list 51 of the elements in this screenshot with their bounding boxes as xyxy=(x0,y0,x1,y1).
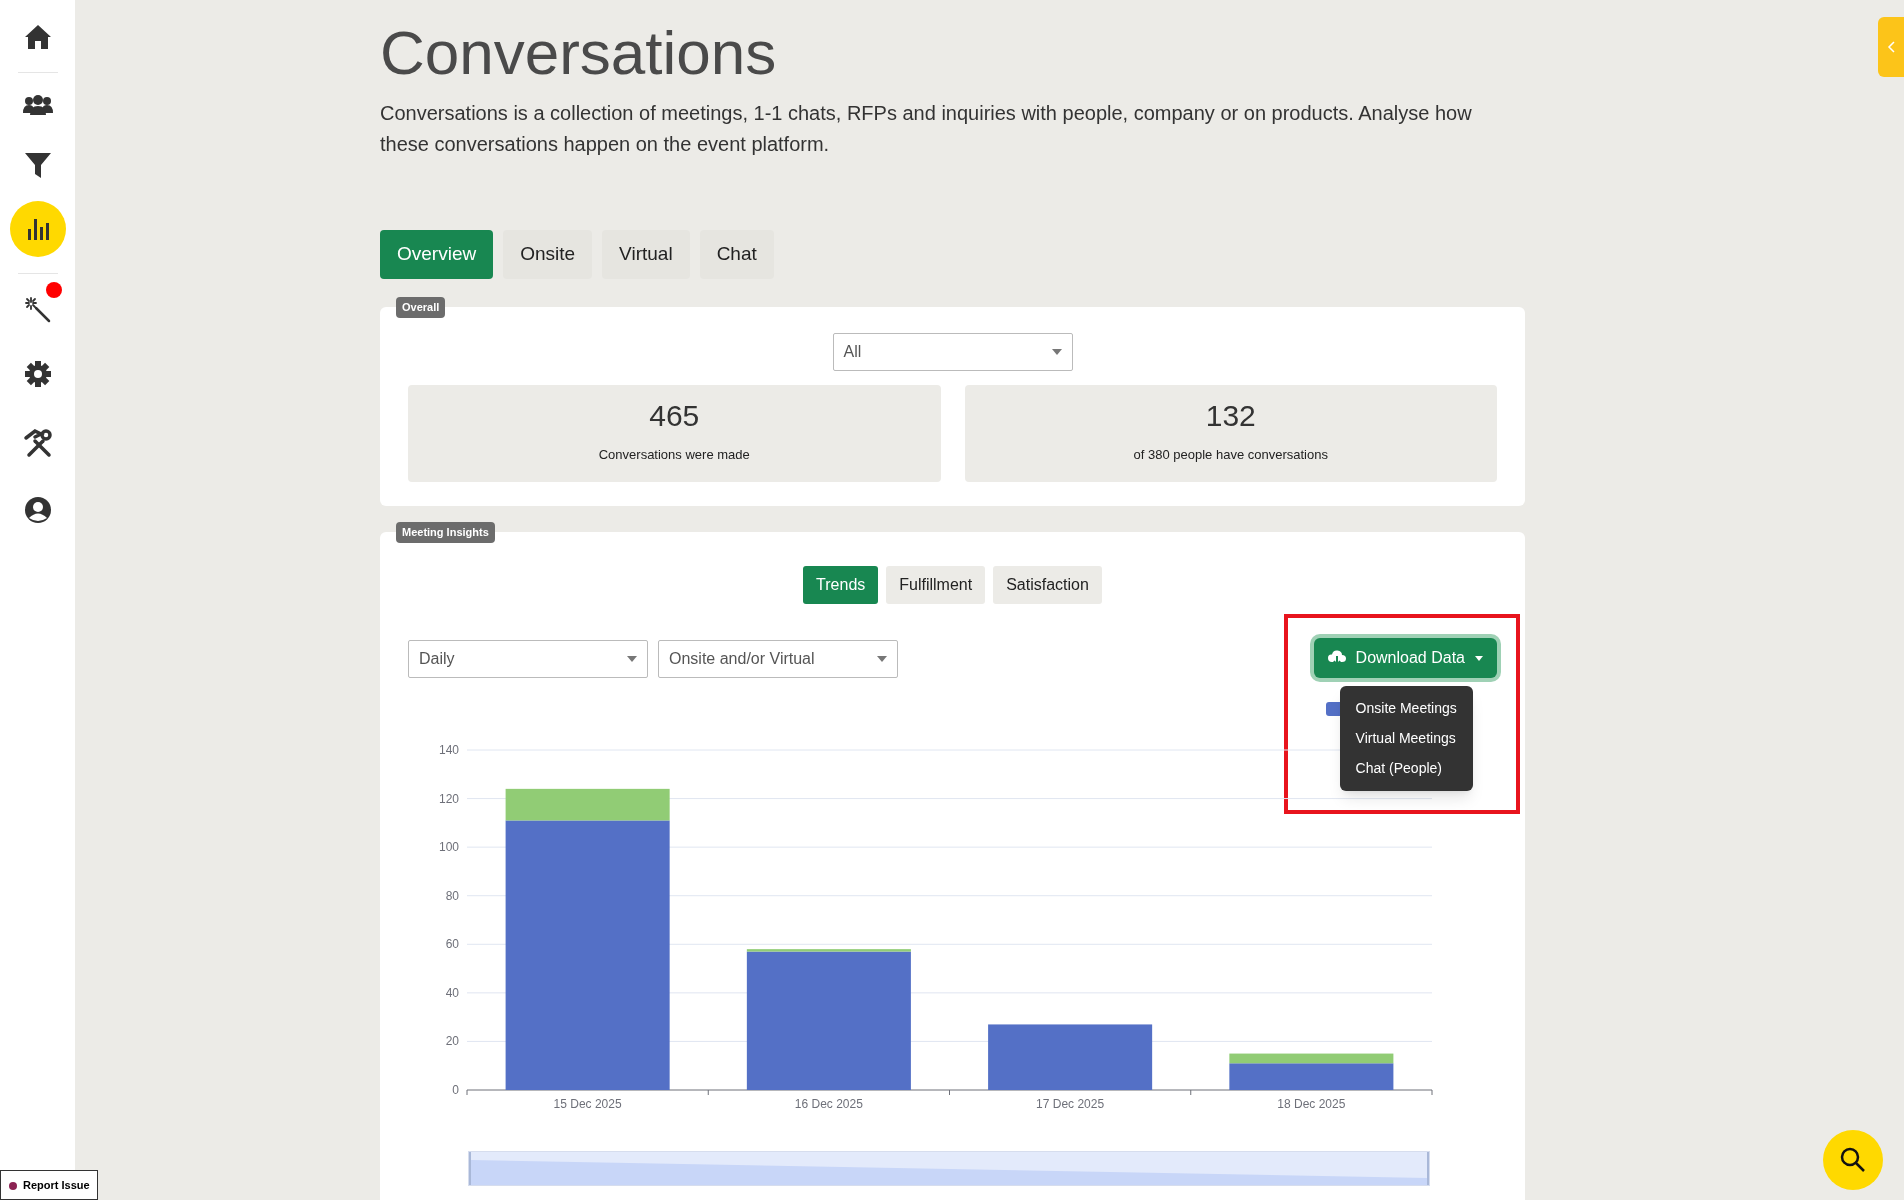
filter-dropdown[interactable]: All xyxy=(832,333,1073,371)
tab[interactable]: Overview xyxy=(380,230,494,279)
menu-item[interactable]: Chat (People) xyxy=(1355,758,1457,779)
bug-icon xyxy=(8,1180,18,1190)
menu-item[interactable]: Onsite Meetings xyxy=(1355,698,1457,719)
filter-dropdown[interactable]: Onsite and/or Virtual xyxy=(658,640,898,678)
page-title: Conversations xyxy=(380,22,778,84)
axis-tick-label: 40 xyxy=(445,985,459,1000)
subtab[interactable]: Fulfillment xyxy=(886,566,986,604)
caret-icon xyxy=(1051,349,1062,355)
page-description: Conversations is a collection of meetings, 1-1 chats, RFPs and inquiries with people, company or on products. Analyse how these conversations happen on the event platform. xyxy=(380,101,1473,157)
settings-icon[interactable] xyxy=(23,360,52,388)
axis-category-label: 16 Dec 2025 xyxy=(794,1097,863,1111)
magic-wand-icon[interactable] xyxy=(24,297,51,323)
axis-tick-label: 100 xyxy=(438,840,459,855)
filter-dropdown[interactable]: Daily xyxy=(408,640,648,678)
section-badge: Meeting Insights xyxy=(396,522,495,543)
tab[interactable]: Virtual xyxy=(602,230,690,279)
filter-icon[interactable] xyxy=(23,151,52,179)
subtab[interactable]: Satisfaction xyxy=(993,566,1102,604)
axis-category-label: 18 Dec 2025 xyxy=(1277,1097,1346,1111)
tab[interactable]: Onsite xyxy=(503,230,593,279)
stat-caption: Conversations were made xyxy=(598,446,750,464)
home-icon[interactable] xyxy=(23,24,52,50)
caret-icon xyxy=(627,656,637,662)
axis-tick-label: 20 xyxy=(445,1034,459,1049)
people-icon[interactable] xyxy=(22,95,53,115)
axis-category-label: 17 Dec 2025 xyxy=(1036,1097,1105,1111)
stat-value: 132 xyxy=(1205,401,1256,431)
stat-caption: of 380 people have conversations xyxy=(1133,446,1328,464)
zoom-slider[interactable] xyxy=(469,1152,1429,1185)
stat-value: 465 xyxy=(649,401,700,431)
axis-tick-label: 80 xyxy=(445,888,459,903)
axis-tick-label: 120 xyxy=(438,791,459,806)
side-panel-toggle[interactable] xyxy=(1878,17,1904,77)
axis-category-label: 15 Dec 2025 xyxy=(553,1097,622,1111)
caret-icon xyxy=(877,656,887,662)
axis-tick-label: 140 xyxy=(438,743,459,757)
user-icon[interactable] xyxy=(23,496,52,524)
search-icon xyxy=(1840,1147,1866,1173)
menu-item[interactable]: Virtual Meetings xyxy=(1355,728,1457,749)
report-issue-button[interactable]: Report Issue xyxy=(0,1170,98,1200)
chevron-left-icon xyxy=(1887,41,1895,53)
subtab[interactable]: Trends xyxy=(803,566,879,604)
tools-icon[interactable] xyxy=(22,428,53,458)
tab[interactable]: Chat xyxy=(699,230,774,279)
search-button[interactable] xyxy=(1823,1130,1883,1190)
caret-icon xyxy=(1475,655,1483,661)
axis-tick-label: 60 xyxy=(445,937,459,952)
section-badge: Overall xyxy=(396,297,446,318)
axis-tick-label: 0 xyxy=(452,1083,459,1097)
